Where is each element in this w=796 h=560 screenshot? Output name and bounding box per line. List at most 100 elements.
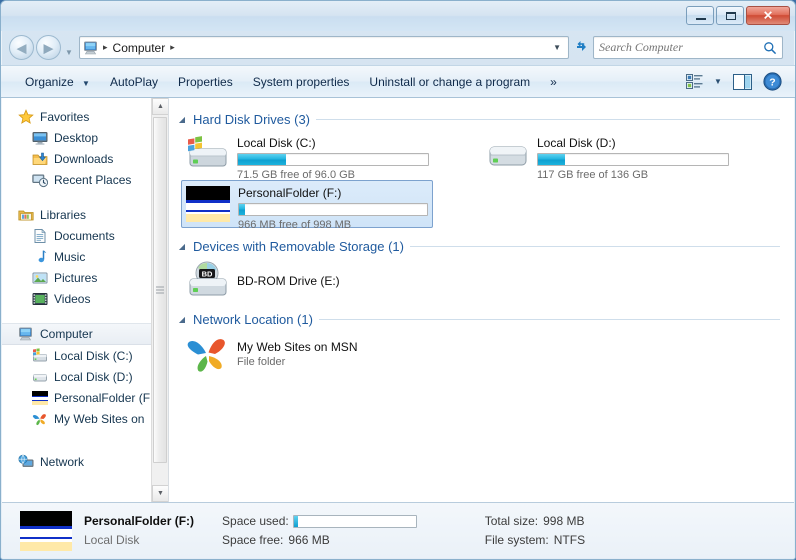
breadcrumb-computer[interactable]: Computer [110,41,169,55]
drive-capacity-personalfolder-f: 966 MB free of 998 MB [238,219,352,231]
group-header-removable-storage[interactable]: ◢ Devices with Removable Storage (1) [177,239,794,254]
sidebar-group-network-label: Network [40,454,85,469]
close-button[interactable]: ✕ [746,6,790,25]
toolbar-item-system-properties[interactable]: System properties [243,70,360,94]
maximize-button[interactable] [716,6,744,25]
title-bar[interactable]: ✕ [1,1,795,31]
search-input[interactable] [599,40,763,55]
navigation-list: Favorites Desktop Downloads Recent Place… [2,98,168,472]
sidebar-group-libraries-label: Libraries [40,207,87,222]
music-icon [32,249,48,265]
group-header-hard-disk-drives[interactable]: ◢ Hard Disk Drives (3) [177,112,794,127]
scroll-down-button[interactable]: ▼ [152,485,168,502]
sidebar-item-documents-label: Documents [54,228,115,243]
address-bar[interactable]: ▸ Computer ▸ ▼ [79,36,569,59]
sidebar-group-computer[interactable]: Computer [2,323,168,345]
sidebar-item-documents[interactable]: Documents [2,225,168,246]
sidebar-item-recent-places[interactable]: Recent Places [2,169,168,190]
command-bar: Organize ▼ AutoPlay Properties System pr… [1,65,795,98]
drive-usage-gauge-c [237,153,429,166]
minimize-button[interactable] [686,6,714,25]
drive-tile-personalfolder-f[interactable]: PersonalFolder (F:) 966 MB free of 998 M… [181,180,433,231]
status-row-space-free: Space free: 966 MB [222,531,417,550]
downloads-icon [32,151,48,167]
status-row-type: Local Disk [84,531,194,550]
chevron-down-icon: ▼ [714,77,722,86]
group-header-network-location[interactable]: ◢ Network Location (1) [177,312,794,327]
group-title-network-location: Network Location (1) [193,312,313,327]
bd-rom-icon: BD [185,260,231,302]
videos-icon [32,291,48,307]
device-name-bd-rom: BD-ROM Drive (E:) [237,274,340,288]
toolbar-item-organize[interactable]: Organize ▼ [15,70,100,94]
search-icon[interactable] [763,41,777,55]
device-info-bd-rom: BD-ROM Drive (E:) [237,274,340,288]
search-box[interactable] [593,36,783,59]
personalfolder-icon [186,184,232,226]
windows-drive-icon [32,347,48,364]
sidebar-group-network[interactable]: Network [2,451,168,472]
status-space-used-label: Space used: [222,514,289,528]
status-row-total-size: Total size: 998 MB [485,512,585,531]
sidebar-item-music-label: Music [54,249,86,264]
toolbar-overflow-button[interactable]: » [540,70,567,94]
help-button[interactable]: ? [759,71,785,93]
network-icon [18,454,34,470]
sidebar-item-music[interactable]: Music [2,246,168,267]
back-button[interactable]: ◀ [9,35,34,60]
personalfolder-icon [32,390,48,406]
sidebar-item-local-disk-c[interactable]: Local Disk (C:) [2,345,168,366]
drive-tile-local-disk-c[interactable]: Local Disk (C:) 71.5 GB free of 96.0 GB [181,131,433,181]
change-view-button[interactable] [681,71,707,93]
sidebar-item-desktop[interactable]: Desktop [2,127,168,148]
sidebar-item-local-disk-c-label: Local Disk (C:) [54,348,133,363]
network-item-my-web-sites[interactable]: My Web Sites on MSN File folder [181,331,433,377]
gauge-fill [538,154,565,165]
view-dropdown-button[interactable]: ▼ [711,71,725,93]
crumb-separator-1[interactable]: ▸ [168,42,177,53]
sidebar-item-local-disk-d[interactable]: Local Disk (D:) [2,366,168,387]
forward-button[interactable]: ▶ [36,35,61,60]
toolbar-item-autoplay[interactable]: AutoPlay [100,70,168,94]
status-item-name: PersonalFolder (F:) [84,514,195,528]
status-name-column: PersonalFolder (F:) Local Disk [84,512,194,550]
collapse-triangle-icon[interactable]: ◢ [177,242,187,251]
windows-drive-icon [185,134,231,176]
sidebar-item-recent-places-label: Recent Places [54,172,132,187]
scroll-up-button[interactable]: ▲ [152,98,168,115]
device-item-bd-rom[interactable]: BD BD-ROM Drive (E:) [181,258,433,304]
drive-info-local-disk-c: Local Disk (C:) 71.5 GB free of 96.0 GB [237,134,429,181]
sidebar-group-favorites[interactable]: Favorites [2,106,168,127]
sidebar-item-pictures[interactable]: Pictures [2,267,168,288]
chevron-up-icon: ▲ [157,103,164,110]
sidebar-item-my-web-sites[interactable]: My Web Sites on [2,408,168,429]
history-dropdown-button[interactable]: ▼ [65,39,73,57]
collapse-triangle-icon[interactable]: ◢ [177,315,187,324]
group-title-hard-disk-drives: Hard Disk Drives (3) [193,112,311,127]
collapse-triangle-icon[interactable]: ◢ [177,115,187,124]
status-file-system-label: File system: [484,533,549,547]
address-dropdown-icon[interactable]: ▼ [546,43,568,52]
libraries-icon [18,207,34,223]
window-controls: ✕ [686,6,790,25]
toolbar-item-uninstall[interactable]: Uninstall or change a program [359,70,540,94]
network-info-my-web-sites: My Web Sites on MSN File folder [237,340,357,368]
svg-text:?: ? [769,77,775,89]
navigation-scrollbar[interactable]: ▲ ▼ [151,98,168,502]
toolbar-item-properties[interactable]: Properties [168,70,243,94]
drive-tile-local-disk-d[interactable]: Local Disk (D:) 117 GB free of 136 GB [481,131,733,181]
computer-icon [18,326,34,342]
sidebar-item-downloads[interactable]: Downloads [2,148,168,169]
recent-places-icon [32,172,49,188]
forward-arrow-icon: ▶ [43,40,54,55]
group-title-removable-storage: Devices with Removable Storage (1) [193,239,404,254]
sidebar-item-local-disk-d-label: Local Disk (D:) [54,369,133,384]
sidebar-item-personalfolder-f[interactable]: PersonalFolder (F [2,387,168,408]
refresh-button[interactable] [572,39,590,57]
sidebar-group-libraries[interactable]: Libraries [2,204,168,225]
scrollbar-thumb[interactable] [153,117,167,463]
sidebar-item-videos[interactable]: Videos [2,288,168,309]
toolbar-item-organize-label: Organize [25,74,74,89]
preview-pane-button[interactable] [729,71,755,93]
